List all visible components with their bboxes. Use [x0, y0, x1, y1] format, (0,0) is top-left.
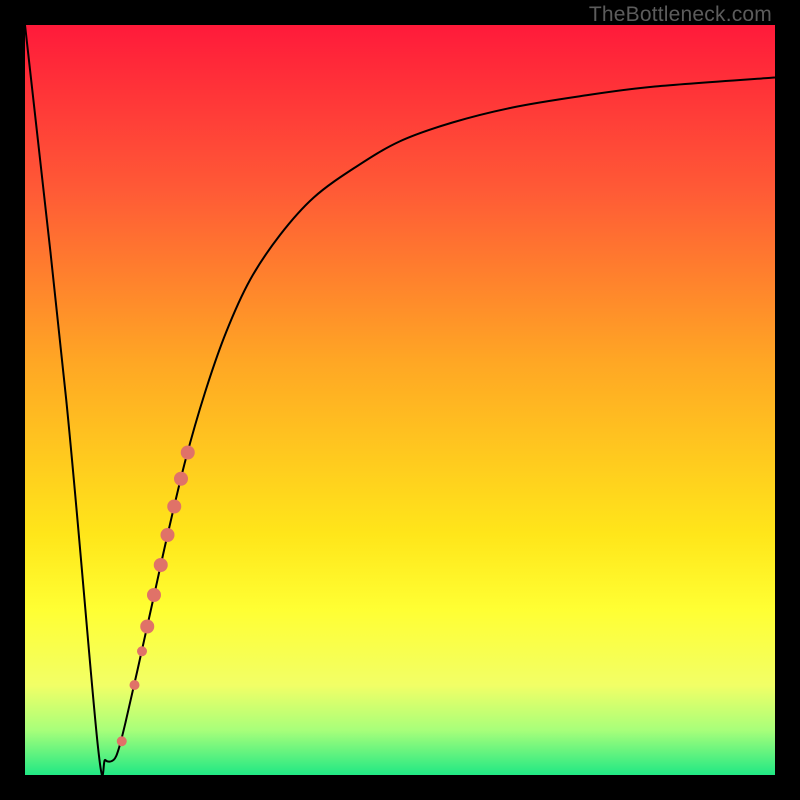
highlight-marker [167, 500, 181, 514]
highlight-marker [140, 620, 154, 634]
highlight-segment [117, 446, 195, 747]
highlight-marker [130, 680, 140, 690]
curve-layer [25, 25, 775, 775]
highlight-marker [161, 528, 175, 542]
highlight-marker [117, 736, 127, 746]
bottleneck-curve [25, 25, 775, 775]
plot-area [25, 25, 775, 775]
chart-frame: TheBottleneck.com [0, 0, 800, 800]
highlight-marker [137, 646, 147, 656]
highlight-marker [154, 558, 168, 572]
highlight-marker [147, 588, 161, 602]
highlight-marker [174, 472, 188, 486]
highlight-marker [181, 446, 195, 460]
attribution-text: TheBottleneck.com [589, 3, 772, 27]
